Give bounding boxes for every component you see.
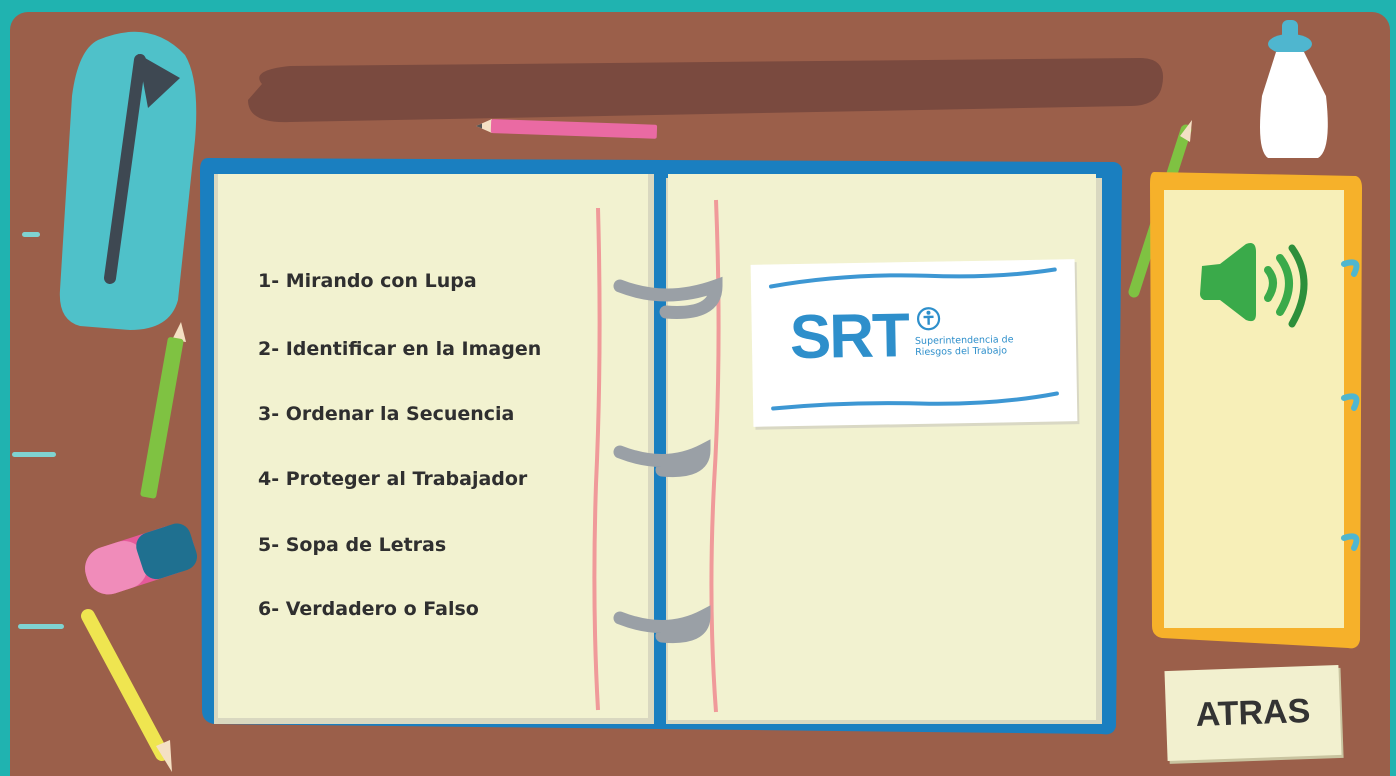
srt-logo-subtitle: Superintendencia de Riesgos del Trabajo [915, 334, 1055, 358]
eraser [85, 523, 198, 595]
back-button[interactable]: ATRAS [1164, 664, 1342, 762]
srt-logo-line2: Riesgos del Trabajo [915, 345, 1008, 358]
menu-item-verdadero-o-falso[interactable]: 6- Verdadero o Falso [258, 598, 479, 620]
back-button-label: ATRAS [1195, 691, 1311, 734]
srt-logo-emblem-icon [916, 307, 941, 331]
card-wave-top [768, 267, 1057, 289]
srt-logo-card: SRT Superintendencia de Riesgos del Trab… [750, 259, 1078, 427]
menu-item-identificar-imagen[interactable]: 2- Identificar en la Imagen [258, 338, 541, 360]
speaker-icon[interactable] [1198, 240, 1310, 328]
pencil-case [59, 31, 197, 331]
green-pencil-left [140, 322, 186, 499]
glue-bottle [1260, 20, 1328, 158]
shelf-bar [248, 58, 1164, 123]
pink-pencil [476, 119, 658, 139]
card-wave-bottom [771, 391, 1059, 411]
menu-item-proteger-trabajador[interactable]: 4- Proteger al Trabajador [258, 468, 527, 490]
menu-item-mirando-con-lupa[interactable]: 1- Mirando con Lupa [258, 270, 477, 292]
menu-item-ordenar-secuencia[interactable]: 3- Ordenar la Secuencia [258, 403, 514, 425]
menu-item-sopa-de-letras[interactable]: 5- Sopa de Letras [258, 534, 446, 556]
srt-logo-text: SRT [789, 301, 909, 373]
activity-menu: 1- Mirando con Lupa 2- Identificar en la… [258, 270, 588, 630]
yellow-pencil [81, 609, 172, 772]
